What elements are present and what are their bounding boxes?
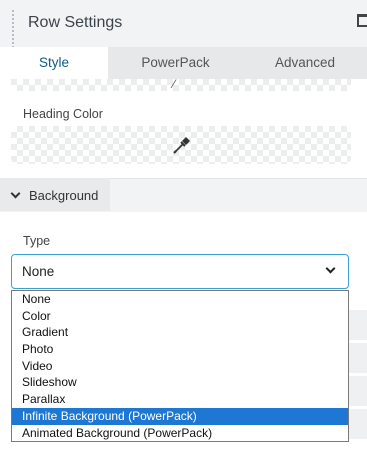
tab-advanced[interactable]: Advanced: [243, 47, 367, 79]
type-option-gradient[interactable]: Gradient: [12, 324, 348, 341]
chevron-down-icon: [10, 188, 21, 199]
type-option-animated-background[interactable]: Animated Background (PowerPack): [12, 425, 348, 442]
panel-title: Row Settings: [28, 14, 123, 31]
type-select[interactable]: None: [11, 254, 349, 289]
background-section-toggle[interactable]: Background: [0, 178, 110, 211]
type-option-color[interactable]: Color: [12, 308, 348, 325]
heading-color-label: Heading Color: [23, 107, 103, 121]
color-swatch-previous[interactable]: ⁄: [11, 79, 351, 91]
type-option-video[interactable]: Video: [12, 358, 348, 375]
type-option-none[interactable]: None: [12, 291, 348, 308]
type-option-slideshow[interactable]: Slideshow: [12, 374, 348, 391]
type-option-photo[interactable]: Photo: [12, 341, 348, 358]
type-options-list: None Color Gradient Photo Video Slidesho…: [11, 290, 349, 442]
eyedropper-icon: [173, 137, 190, 154]
window-icon[interactable]: [357, 14, 367, 27]
tab-style[interactable]: Style: [0, 47, 108, 79]
background-section-title: Background: [29, 188, 99, 203]
type-option-parallax[interactable]: Parallax: [12, 391, 348, 408]
settings-header: Row Settings: [0, 0, 367, 64]
type-option-infinite-background[interactable]: Infinite Background (PowerPack): [12, 407, 348, 425]
heading-color-swatch[interactable]: [11, 126, 351, 164]
type-label: Type: [23, 234, 51, 248]
tab-bar: Style PowerPack Advanced: [0, 47, 367, 79]
drag-handle-icon[interactable]: [12, 10, 18, 64]
chevron-down-icon: [325, 263, 336, 274]
tab-powerpack[interactable]: PowerPack: [108, 47, 243, 79]
eyedropper-icon: ⁄: [173, 79, 176, 91]
type-select-value: None: [22, 264, 55, 279]
